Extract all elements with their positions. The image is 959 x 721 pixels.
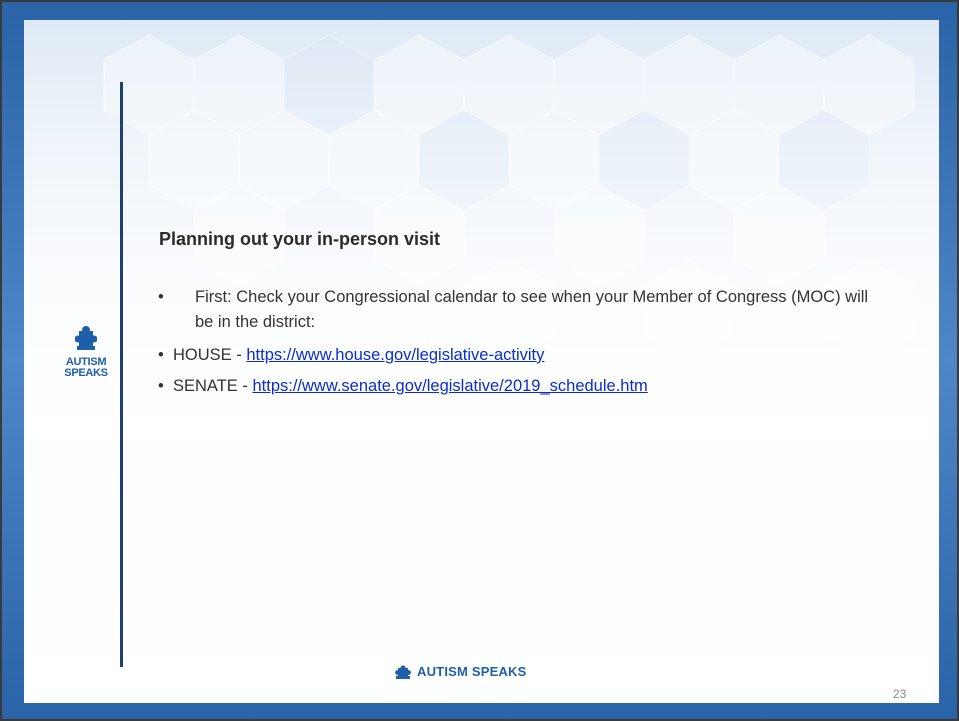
bullet-list: • First: Check your Congressional calend… xyxy=(158,285,878,399)
puzzle-piece-icon xyxy=(395,664,411,679)
bullet-glyph: • xyxy=(158,346,164,364)
bullet-house-prefix: HOUSE - xyxy=(173,346,247,364)
bullet-house: • HOUSE - https://www.house.gov/legislat… xyxy=(158,343,878,368)
bullet-glyph: • xyxy=(158,288,164,306)
bullet-glyph: • xyxy=(158,377,164,395)
bullet-first-text: First: Check your Congressional calendar… xyxy=(195,288,869,331)
bottom-band xyxy=(24,613,939,703)
page-number: 23 xyxy=(893,687,907,701)
footer-logo: AUTISM SPEAKS xyxy=(395,664,527,679)
side-logo-line2: SPEAKS xyxy=(64,367,108,379)
senate-schedule-link[interactable]: https://www.senate.gov/legislative/2019_… xyxy=(252,377,647,395)
footer-logo-text: AUTISM SPEAKS xyxy=(417,664,527,679)
house-schedule-link[interactable]: https://www.house.gov/legislative-activi… xyxy=(246,346,544,364)
bullet-senate-prefix: SENATE - xyxy=(173,377,253,395)
side-logo: AUTISM SPEAKS xyxy=(62,325,110,379)
vertical-divider xyxy=(120,82,123,667)
slide-title: Planning out your in-person visit xyxy=(159,229,441,249)
puzzle-piece-icon xyxy=(75,326,97,350)
bullet-senate: • SENATE - https://www.senate.gov/legisl… xyxy=(158,374,878,399)
bullet-first: • First: Check your Congressional calend… xyxy=(158,285,878,335)
